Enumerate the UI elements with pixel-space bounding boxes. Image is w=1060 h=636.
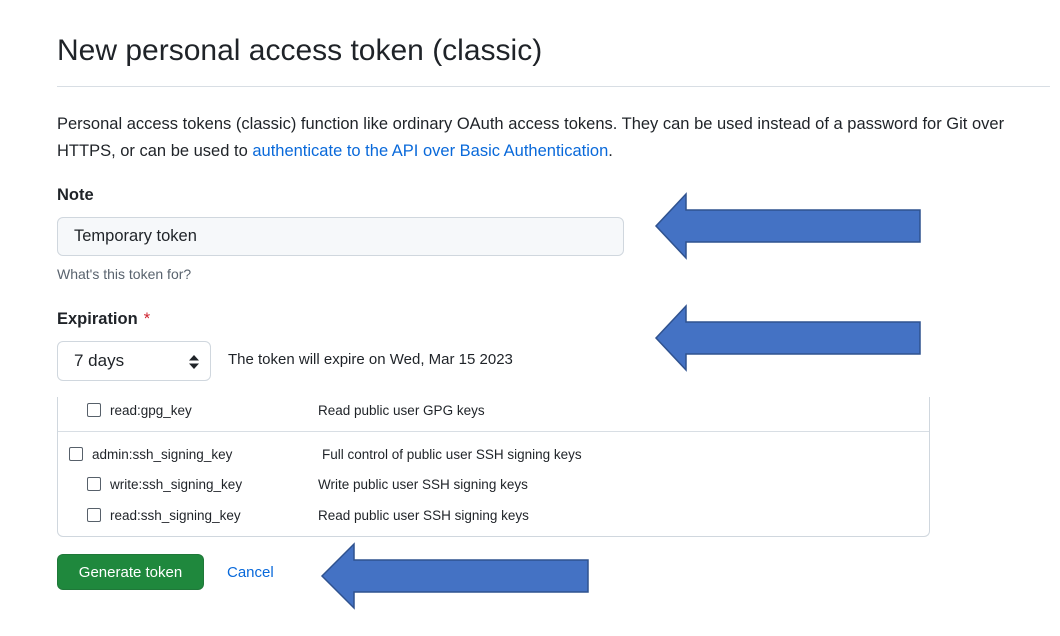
expiration-select[interactable]: 7 days [57,341,211,381]
scope-checkbox-write-ssh-signing-key[interactable] [87,477,101,491]
cancel-link[interactable]: Cancel [227,564,274,581]
scope-name-read-ssh-signing-key: read:ssh_signing_key [110,508,241,523]
expiration-selected-value: 7 days [74,351,125,370]
scope-name-read-gpg-key: read:gpg_key [110,403,192,418]
scope-name-admin-ssh-signing-key: admin:ssh_signing_key [92,447,233,462]
scope-checkbox-read-gpg-key[interactable] [87,403,101,417]
note-hint: What's this token for? [57,266,192,282]
scope-desc-read-ssh-signing-key: Read public user SSH signing keys [318,508,529,523]
note-input[interactable] [57,217,624,256]
annotation-arrow-generate [320,542,589,610]
annotation-arrow-expiration [654,304,921,372]
scope-desc-admin-ssh-signing-key: Full control of public user SSH signing … [322,447,582,462]
description-suffix: . [608,142,613,160]
expiration-label: Expiration * [57,310,150,329]
title-divider [57,86,1050,87]
expiration-date-text: The token will expire on Wed, Mar 15 202… [228,351,513,368]
basic-auth-link[interactable]: authenticate to the API over Basic Authe… [252,142,608,160]
required-marker: * [143,310,151,328]
scopes-divider [58,431,929,432]
up-down-caret-icon [189,355,199,369]
page-title: New personal access token (classic) [57,34,543,67]
scope-desc-read-gpg-key: Read public user GPG keys [318,403,485,418]
scope-desc-write-ssh-signing-key: Write public user SSH signing keys [318,477,528,492]
expiration-label-text: Expiration [57,310,138,328]
scope-checkbox-admin-ssh-signing-key[interactable] [69,447,83,461]
scope-name-write-ssh-signing-key: write:ssh_signing_key [110,477,243,492]
generate-token-button[interactable]: Generate token [57,554,204,590]
page-description: Personal access tokens (classic) functio… [57,111,1047,165]
scope-checkbox-read-ssh-signing-key[interactable] [87,508,101,522]
annotation-arrow-note [654,192,921,260]
note-label: Note [57,186,94,204]
